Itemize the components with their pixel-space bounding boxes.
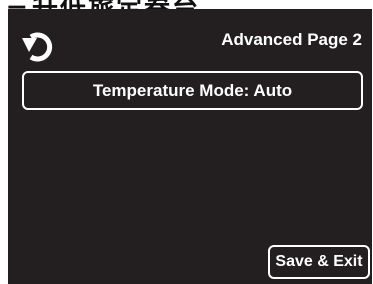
page-title: Advanced Page 2 bbox=[221, 30, 362, 49]
save-exit-button[interactable]: Save & Exit bbox=[268, 245, 370, 279]
page: 三升低旅定叁台 Advanced Page 2 Temperature Mode… bbox=[0, 0, 373, 284]
device-screen: Advanced Page 2 Temperature Mode: Auto S… bbox=[8, 9, 372, 284]
save-exit-label: Save & Exit bbox=[275, 253, 363, 270]
temperature-mode-button[interactable]: Temperature Mode: Auto bbox=[22, 71, 363, 110]
temperature-mode-label: Temperature Mode: Auto bbox=[92, 80, 293, 100]
rotate-back-icon bbox=[22, 32, 53, 62]
back-button[interactable] bbox=[18, 25, 58, 65]
